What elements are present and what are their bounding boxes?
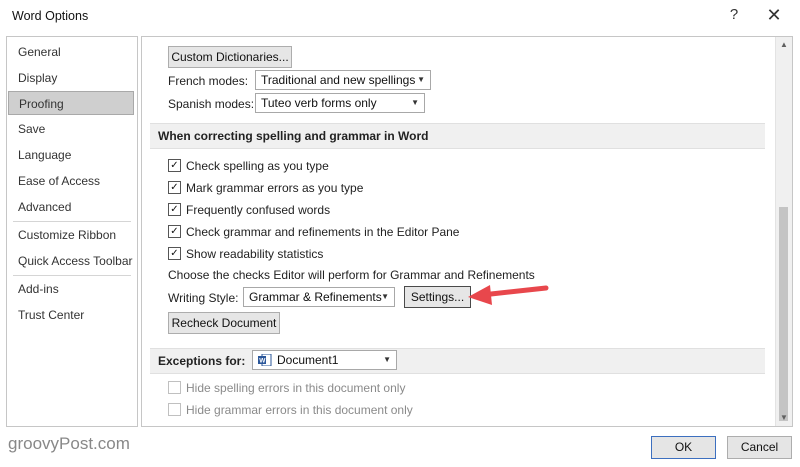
confused-words-label: Frequently confused words (186, 203, 331, 217)
sidebar-item-general[interactable]: General (8, 40, 134, 64)
writing-style-value: Grammar & Refinements (249, 290, 382, 304)
scroll-thumb[interactable] (779, 207, 788, 421)
title-bar: Word Options ? ✕ (0, 0, 800, 32)
sidebar-item-proofing[interactable]: Proofing (8, 91, 134, 115)
confused-words-checkbox[interactable]: ✓ (168, 203, 181, 216)
exceptions-document-dropdown[interactable]: W Document1 ▼ (252, 350, 397, 370)
watermark: groovyPost.com (8, 434, 130, 453)
mark-grammar-label: Mark grammar errors as you type (186, 181, 364, 195)
mark-grammar-checkbox[interactable]: ✓ (168, 181, 181, 194)
sidebar-item-display[interactable]: Display (8, 66, 134, 90)
sidebar-item-quick-access-toolbar[interactable]: Quick Access Toolbar (8, 249, 134, 273)
sidebar-divider (13, 221, 131, 222)
chevron-down-icon: ▼ (383, 355, 391, 364)
sidebar-item-ease-of-access[interactable]: Ease of Access (8, 169, 134, 193)
chevron-down-icon: ▼ (411, 98, 419, 107)
sidebar-item-trust-center[interactable]: Trust Center (8, 303, 134, 327)
spanish-modes-value: Tuteo verb forms only (261, 96, 377, 110)
readability-label: Show readability statistics (186, 247, 324, 261)
french-modes-value: Traditional and new spellings (261, 73, 416, 87)
hide-grammar-checkbox[interactable] (168, 403, 181, 416)
sidebar-divider (13, 275, 131, 276)
scroll-down-icon[interactable]: ▼ (776, 410, 792, 426)
exceptions-document-value: Document1 (277, 353, 339, 367)
svg-text:W: W (259, 358, 266, 365)
options-sidebar: General Display Proofing Save Language E… (6, 36, 138, 427)
ok-button[interactable]: OK (651, 436, 716, 459)
word-document-icon: W (258, 354, 272, 366)
correcting-section-header: When correcting spelling and grammar in … (150, 123, 765, 149)
sidebar-item-add-ins[interactable]: Add-ins (8, 277, 134, 301)
help-icon[interactable]: ? (725, 6, 743, 23)
check-spelling-checkbox[interactable]: ✓ (168, 159, 181, 172)
spanish-modes-dropdown[interactable]: Tuteo verb forms only ▼ (255, 93, 425, 113)
readability-checkbox[interactable]: ✓ (168, 247, 181, 260)
hide-spelling-checkbox[interactable] (168, 381, 181, 394)
content-scrollbar[interactable]: ▲ ▼ (775, 37, 792, 426)
hide-grammar-label: Hide grammar errors in this document onl… (186, 403, 413, 417)
chevron-down-icon: ▼ (381, 292, 389, 301)
window-title: Word Options (12, 9, 89, 23)
exceptions-section-header: Exceptions for: W Document1 ▼ (150, 348, 765, 374)
editor-pane-label: Check grammar and refinements in the Edi… (186, 225, 460, 239)
french-modes-label: French modes: (168, 74, 249, 88)
scroll-up-icon[interactable]: ▲ (776, 37, 792, 53)
exceptions-label: Exceptions for: (158, 354, 246, 368)
spanish-modes-label: Spanish modes: (168, 97, 255, 111)
custom-dictionaries-button[interactable]: Custom Dictionaries... (168, 46, 292, 68)
writing-style-dropdown[interactable]: Grammar & Refinements ▼ (243, 287, 395, 307)
editor-pane-checkbox[interactable]: ✓ (168, 225, 181, 238)
close-icon[interactable]: ✕ (762, 3, 786, 27)
annotation-arrow-icon (468, 285, 549, 305)
proofing-panel: Custom Dictionaries... French modes: Tra… (141, 36, 793, 427)
sidebar-item-save[interactable]: Save (8, 117, 134, 141)
hide-spelling-label: Hide spelling errors in this document on… (186, 381, 406, 395)
recheck-document-button[interactable]: Recheck Document (168, 312, 280, 334)
chevron-down-icon: ▼ (417, 75, 425, 84)
check-spelling-label: Check spelling as you type (186, 159, 329, 173)
sidebar-item-customize-ribbon[interactable]: Customize Ribbon (8, 223, 134, 247)
section-title: When correcting spelling and grammar in … (158, 129, 429, 143)
sidebar-item-language[interactable]: Language (8, 143, 134, 167)
cancel-button[interactable]: Cancel (727, 436, 792, 459)
writing-style-label: Writing Style: (168, 291, 239, 305)
french-modes-dropdown[interactable]: Traditional and new spellings ▼ (255, 70, 431, 90)
sidebar-item-advanced[interactable]: Advanced (8, 195, 134, 219)
